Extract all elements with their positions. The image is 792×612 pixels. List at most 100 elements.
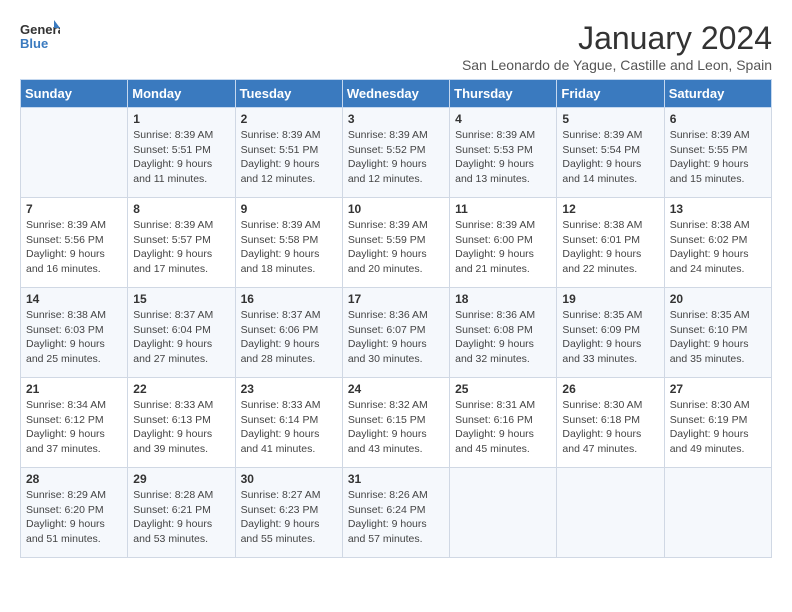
calendar-cell: 18Sunrise: 8:36 AMSunset: 6:08 PMDayligh… (450, 288, 557, 378)
day-number: 24 (348, 382, 444, 396)
calendar-cell: 28Sunrise: 8:29 AMSunset: 6:20 PMDayligh… (21, 468, 128, 558)
day-number: 5 (562, 112, 658, 126)
day-number: 4 (455, 112, 551, 126)
cell-content: Sunrise: 8:39 AMSunset: 5:53 PMDaylight:… (455, 128, 551, 187)
calendar-cell: 2Sunrise: 8:39 AMSunset: 5:51 PMDaylight… (235, 108, 342, 198)
cell-content: Sunrise: 8:36 AMSunset: 6:07 PMDaylight:… (348, 308, 444, 367)
day-number: 28 (26, 472, 122, 486)
calendar-cell: 29Sunrise: 8:28 AMSunset: 6:21 PMDayligh… (128, 468, 235, 558)
logo: General Blue (20, 20, 60, 56)
cell-content: Sunrise: 8:30 AMSunset: 6:19 PMDaylight:… (670, 398, 766, 457)
header: General Blue January 2024 San Leonardo d… (20, 20, 772, 73)
day-number: 18 (455, 292, 551, 306)
svg-text:Blue: Blue (20, 36, 48, 51)
day-number: 10 (348, 202, 444, 216)
day-number: 20 (670, 292, 766, 306)
day-number: 23 (241, 382, 337, 396)
weekday-header-tuesday: Tuesday (235, 80, 342, 108)
day-number: 14 (26, 292, 122, 306)
weekday-header-monday: Monday (128, 80, 235, 108)
cell-content: Sunrise: 8:35 AMSunset: 6:10 PMDaylight:… (670, 308, 766, 367)
calendar-cell: 12 Sunrise: 8:38 AMSunset: 6:01 PMDayligh… (557, 198, 664, 288)
day-number: 2 (241, 112, 337, 126)
week-row-2: 7 Sunrise: 8:39 AMSunset: 5:56 PMDaylight… (21, 198, 772, 288)
calendar-cell: 13 Sunrise: 8:38 AMSunset: 6:02 PMDayligh… (664, 198, 771, 288)
cell-content: Sunrise: 8:30 AMSunset: 6:18 PMDaylight:… (562, 398, 658, 457)
cell-content: Sunrise: 8:38 AMSunset: 6:03 PMDaylight:… (26, 308, 122, 367)
cell-content: Sunrise: 8:39 AMSunset: 5:54 PMDaylight:… (562, 128, 658, 187)
calendar-cell: 8 Sunrise: 8:39 AMSunset: 5:57 PMDaylight… (128, 198, 235, 288)
day-number: 13 (670, 202, 766, 216)
cell-content: Sunrise: 8:39 AMSunset: 5:57 PMDaylight:… (133, 218, 229, 277)
cell-content: Sunrise: 8:38 AMSunset: 6:01 PMDaylight:… (562, 218, 658, 277)
week-row-3: 14 Sunrise: 8:38 AMSunset: 6:03 PMDayligh… (21, 288, 772, 378)
weekday-header-friday: Friday (557, 80, 664, 108)
day-number: 7 (26, 202, 122, 216)
cell-content: Sunrise: 8:31 AMSunset: 6:16 PMDaylight:… (455, 398, 551, 457)
cell-content: Sunrise: 8:38 AMSunset: 6:02 PMDaylight:… (670, 218, 766, 277)
calendar-cell: 19 Sunrise: 8:35 AMSunset: 6:09 PMDayligh… (557, 288, 664, 378)
cell-content: Sunrise: 8:39 AMSunset: 5:58 PMDaylight:… (241, 218, 337, 277)
calendar-cell: 20 Sunrise: 8:35 AMSunset: 6:10 PMDayligh… (664, 288, 771, 378)
cell-content: Sunrise: 8:39 AMSunset: 6:00 PMDaylight:… (455, 218, 551, 277)
calendar-cell: 14 Sunrise: 8:38 AMSunset: 6:03 PMDayligh… (21, 288, 128, 378)
calendar-cell: 10 Sunrise: 8:39 AMSunset: 5:59 PMDayligh… (342, 198, 449, 288)
day-number: 22 (133, 382, 229, 396)
weekday-header-wednesday: Wednesday (342, 80, 449, 108)
day-number: 26 (562, 382, 658, 396)
calendar-cell: 24 Sunrise: 8:32 AMSunset: 6:15 PMDayligh… (342, 378, 449, 468)
calendar-cell (664, 468, 771, 558)
weekday-header-saturday: Saturday (664, 80, 771, 108)
calendar-cell (21, 108, 128, 198)
calendar-cell: 3 Sunrise: 8:39 AMSunset: 5:52 PMDaylight… (342, 108, 449, 198)
week-row-4: 21 Sunrise: 8:34 AMSunset: 6:12 PMDayligh… (21, 378, 772, 468)
cell-content: Sunrise: 8:34 AMSunset: 6:12 PMDaylight:… (26, 398, 122, 457)
cell-content: Sunrise: 8:39 AMSunset: 5:52 PMDaylight:… (348, 128, 444, 187)
day-number: 16 (241, 292, 337, 306)
day-number: 15 (133, 292, 229, 306)
cell-content: Sunrise: 8:33 AMSunset: 6:13 PMDaylight:… (133, 398, 229, 457)
cell-content: Sunrise: 8:39 AMSunset: 5:59 PMDaylight:… (348, 218, 444, 277)
calendar-cell: 23 Sunrise: 8:33 AMSunset: 6:14 PMDayligh… (235, 378, 342, 468)
calendar-cell: 27 Sunrise: 8:30 AMSunset: 6:19 PMDayligh… (664, 378, 771, 468)
calendar-cell: 6 Sunrise: 8:39 AMSunset: 5:55 PMDaylight… (664, 108, 771, 198)
day-number: 6 (670, 112, 766, 126)
cell-content: Sunrise: 8:37 AMSunset: 6:04 PMDaylight:… (133, 308, 229, 367)
calendar-cell: 17 Sunrise: 8:36 AMSunset: 6:07 PMDayligh… (342, 288, 449, 378)
cell-content: Sunrise: 8:39 AMSunset: 5:55 PMDaylight:… (670, 128, 766, 187)
week-row-5: 28Sunrise: 8:29 AMSunset: 6:20 PMDayligh… (21, 468, 772, 558)
calendar-cell: 21 Sunrise: 8:34 AMSunset: 6:12 PMDayligh… (21, 378, 128, 468)
calendar-cell: 1Sunrise: 8:39 AMSunset: 5:51 PMDaylight… (128, 108, 235, 198)
cell-content: Sunrise: 8:39 AMSunset: 5:51 PMDaylight:… (133, 128, 229, 187)
calendar-cell: 11 Sunrise: 8:39 AMSunset: 6:00 PMDayligh… (450, 198, 557, 288)
calendar-cell (450, 468, 557, 558)
calendar-cell: 30Sunrise: 8:27 AMSunset: 6:23 PMDayligh… (235, 468, 342, 558)
day-number: 29 (133, 472, 229, 486)
day-number: 3 (348, 112, 444, 126)
cell-content: Sunrise: 8:33 AMSunset: 6:14 PMDaylight:… (241, 398, 337, 457)
calendar-table: SundayMondayTuesdayWednesdayThursdayFrid… (20, 79, 772, 558)
logo-icon: General Blue (20, 20, 60, 56)
week-row-1: 1Sunrise: 8:39 AMSunset: 5:51 PMDaylight… (21, 108, 772, 198)
cell-content: Sunrise: 8:35 AMSunset: 6:09 PMDaylight:… (562, 308, 658, 367)
cell-content: Sunrise: 8:37 AMSunset: 6:06 PMDaylight:… (241, 308, 337, 367)
location-subtitle: San Leonardo de Yague, Castille and Leon… (462, 57, 772, 73)
cell-content: Sunrise: 8:26 AMSunset: 6:24 PMDaylight:… (348, 488, 444, 547)
calendar-cell: 5 Sunrise: 8:39 AMSunset: 5:54 PMDaylight… (557, 108, 664, 198)
calendar-cell: 22 Sunrise: 8:33 AMSunset: 6:13 PMDayligh… (128, 378, 235, 468)
day-number: 11 (455, 202, 551, 216)
cell-content: Sunrise: 8:32 AMSunset: 6:15 PMDaylight:… (348, 398, 444, 457)
calendar-cell: 4 Sunrise: 8:39 AMSunset: 5:53 PMDaylight… (450, 108, 557, 198)
day-number: 30 (241, 472, 337, 486)
weekday-header-thursday: Thursday (450, 80, 557, 108)
day-number: 9 (241, 202, 337, 216)
day-number: 17 (348, 292, 444, 306)
day-number: 27 (670, 382, 766, 396)
day-number: 8 (133, 202, 229, 216)
day-number: 19 (562, 292, 658, 306)
weekday-header-sunday: Sunday (21, 80, 128, 108)
calendar-cell (557, 468, 664, 558)
day-number: 12 (562, 202, 658, 216)
cell-content: Sunrise: 8:39 AMSunset: 5:56 PMDaylight:… (26, 218, 122, 277)
day-number: 21 (26, 382, 122, 396)
